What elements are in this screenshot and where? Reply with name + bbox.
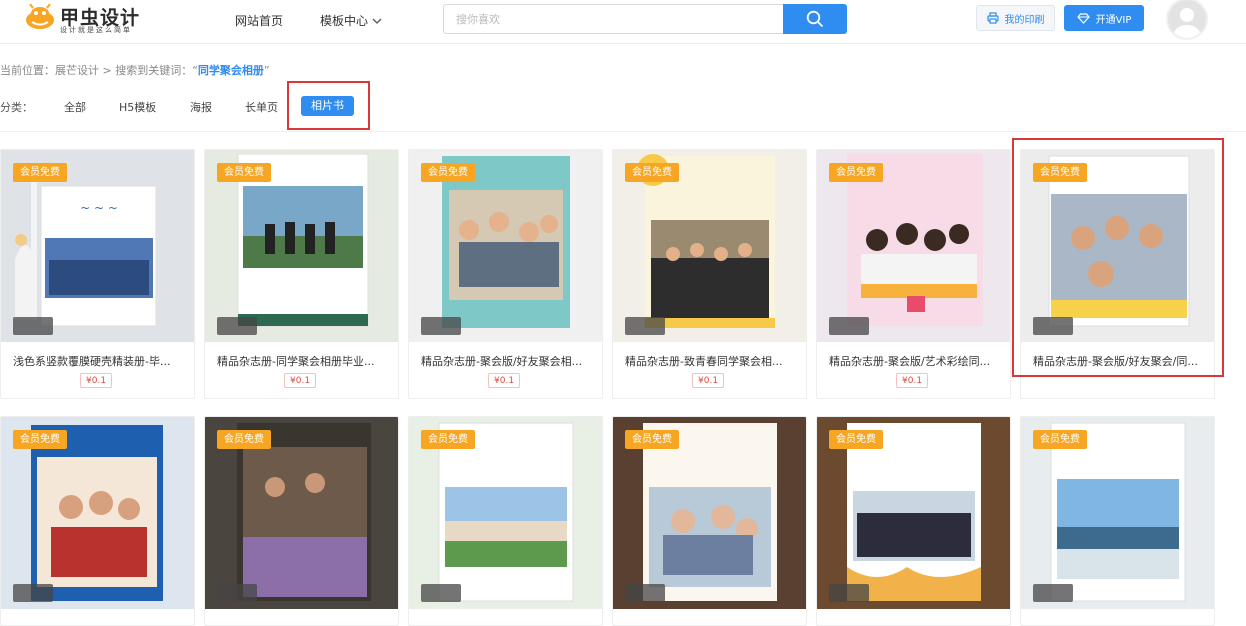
card-chip	[1033, 584, 1073, 602]
card-chip	[13, 317, 53, 335]
open-vip-button[interactable]: 开通VIP	[1064, 5, 1144, 31]
member-free-badge: 会员免费	[217, 163, 271, 182]
nav-templates-label: 模板中心	[320, 14, 369, 28]
filter-divider	[0, 131, 1246, 132]
user-avatar[interactable]	[1166, 0, 1208, 40]
template-card[interactable]: 会员免费	[204, 416, 399, 626]
member-free-badge: 会员免费	[625, 430, 679, 449]
search-bar	[443, 4, 847, 34]
card-price: ¥0.1	[284, 373, 317, 388]
card-title[interactable]: 浅色系竖款覆膜硬壳精装册-毕...	[13, 353, 185, 369]
member-free-badge: 会员免费	[13, 163, 67, 182]
member-free-badge: 会员免费	[421, 430, 475, 449]
member-free-badge: 会员免费	[13, 430, 67, 449]
open-vip-label: 开通VIP	[1095, 14, 1132, 26]
card-price: ¥0.1	[692, 373, 725, 388]
nav-templates-dropdown[interactable]: 模板中心	[320, 12, 382, 29]
filter-label: 分类：	[0, 101, 33, 114]
svg-text:~ ~ ~: ~ ~ ~	[80, 201, 118, 215]
card-chip	[625, 317, 665, 335]
card-chip	[421, 317, 461, 335]
template-card[interactable]: 会员免费	[612, 416, 807, 626]
filter-option-poster[interactable]: 海报	[190, 99, 212, 115]
beetle-logo-icon	[26, 4, 54, 29]
template-card[interactable]: 会员免费	[1020, 416, 1215, 626]
member-free-badge: 会员免费	[217, 430, 271, 449]
template-card[interactable]: 会员免费 精品杂志册-同学聚会相册毕业... ¥0.1	[204, 149, 399, 399]
template-card[interactable]: 会员免费 精品杂志册-聚会版/艺术彩绘同... ¥0.1	[816, 149, 1011, 399]
my-print-button[interactable]: 我的印刷	[976, 5, 1055, 31]
breadcrumb: 当前位置：展芒设计 > 搜索到关键词：“同学聚会相册”	[0, 62, 270, 78]
card-title[interactable]: 精品杂志册-致青春同学聚会相...	[625, 353, 797, 369]
member-free-badge: 会员免费	[829, 163, 883, 182]
filter-option-photo-book[interactable]: 相片书	[301, 96, 354, 116]
card-chip	[13, 584, 53, 602]
template-card[interactable]: ~ ~ ~ 会员免费 浅色系竖款覆膜硬壳精装册-毕... ¥0.1	[0, 149, 195, 399]
filter-option-long-page[interactable]: 长单页	[245, 99, 278, 115]
my-print-label: 我的印刷	[1004, 14, 1045, 26]
card-price: ¥0.1	[80, 373, 113, 388]
card-price: ¥0.1	[488, 373, 521, 388]
card-chip	[829, 584, 869, 602]
template-card[interactable]: 会员免费	[816, 416, 1011, 626]
filter-option-h5[interactable]: H5模板	[119, 99, 156, 115]
member-free-badge: 会员免费	[829, 430, 883, 449]
breadcrumb-prefix: 当前位置：展芒设计 > 搜索到关键词：“	[0, 64, 198, 77]
user-avatar-icon	[1174, 8, 1200, 38]
top-header: 甲虫设计 设计就是这么简单 网站首页 模板中心 我的印刷 开通VIP	[0, 0, 1246, 44]
nav-home-link[interactable]: 网站首页	[235, 12, 283, 29]
template-grid: ~ ~ ~ 会员免费 浅色系竖款覆膜硬壳精装册-毕... ¥0.1 会员免费 精…	[0, 149, 1246, 626]
filter-option-all[interactable]: 全部	[64, 99, 86, 115]
breadcrumb-suffix: ”	[263, 64, 270, 77]
template-card[interactable]: 会员免费 精品杂志册-致青春同学聚会相... ¥0.1	[612, 149, 807, 399]
card-price: ¥0.1	[896, 373, 929, 388]
chevron-down-icon	[372, 18, 382, 24]
template-card[interactable]: 会员免费 精品杂志册-聚会版/好友聚会相... ¥0.1	[408, 149, 603, 399]
member-free-badge: 会员免费	[421, 163, 475, 182]
member-free-badge: 会员免费	[1033, 163, 1087, 182]
template-card[interactable]: 会员免费	[0, 416, 195, 626]
card-chip	[625, 584, 665, 602]
card-chip	[1033, 317, 1073, 335]
member-free-badge: 会员免费	[1033, 430, 1087, 449]
card-title[interactable]: 精品杂志册-聚会版/好友聚会相...	[421, 353, 593, 369]
template-card[interactable]: 会员免费	[408, 416, 603, 626]
template-card[interactable]: 会员免费 精品杂志册-聚会版/好友聚会/同...	[1020, 149, 1215, 399]
logo-slogan: 设计就是这么简单	[60, 26, 132, 34]
card-chip	[829, 317, 869, 335]
site-logo[interactable]: 甲虫设计 设计就是这么简单	[24, 2, 154, 34]
card-chip	[217, 317, 257, 335]
diamond-icon	[1076, 12, 1090, 24]
card-title[interactable]: 精品杂志册-同学聚会相册毕业...	[217, 353, 389, 369]
breadcrumb-keyword[interactable]: 同学聚会相册	[198, 64, 264, 77]
printer-icon	[986, 12, 999, 24]
search-icon	[806, 10, 824, 28]
member-free-badge: 会员免费	[625, 163, 679, 182]
card-chip	[217, 584, 257, 602]
card-chip	[421, 584, 461, 602]
card-title[interactable]: 精品杂志册-聚会版/好友聚会/同...	[1033, 353, 1205, 369]
card-title[interactable]: 精品杂志册-聚会版/艺术彩绘同...	[829, 353, 1001, 369]
search-input[interactable]	[443, 4, 783, 34]
search-button[interactable]	[783, 4, 847, 34]
